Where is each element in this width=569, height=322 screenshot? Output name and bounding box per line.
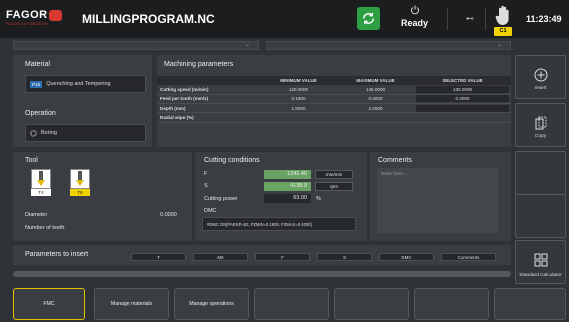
insert-side-button[interactable]: Insert <box>515 55 566 99</box>
insert-f-button[interactable]: F <box>255 253 310 261</box>
hand-icon[interactable] <box>494 4 512 26</box>
program-title: MILLINGPROGRAM.NC <box>82 12 215 26</box>
tool-card-label: T4 <box>31 189 51 196</box>
insert-s-button[interactable]: S <box>317 253 372 261</box>
material-value: Quenching and Tempering <box>46 81 111 87</box>
f-unit[interactable]: mm/min <box>315 170 353 179</box>
sync-icon <box>363 12 374 25</box>
tool-title: Tool <box>25 157 38 164</box>
selector-right[interactable]: ⌄ <box>266 41 511 50</box>
tool-card-t4[interactable]: T4 <box>31 169 51 196</box>
col-selected: SELECTED VALUE <box>414 76 511 85</box>
side-insert-label: Insert <box>534 86 547 91</box>
manage-materials-softkey[interactable]: Manage materials <box>94 288 169 320</box>
logo-mark-icon <box>49 10 62 21</box>
tool-card-label: T6 <box>70 189 90 196</box>
insert-m6-button[interactable]: M6 <box>193 253 248 261</box>
calculator-icon <box>534 253 548 267</box>
key-icon[interactable]: ⊷ <box>466 14 474 23</box>
selected-value-input[interactable] <box>416 104 509 112</box>
brand-name: FAGOR <box>6 9 48 21</box>
power-icon <box>411 5 419 15</box>
empty-side-button[interactable] <box>515 151 566 195</box>
dmc-value[interactable]: #DMC ON[PARSP=63, FZMIN=0.1800, FZMAX=0.… <box>202 217 356 231</box>
tool-insert-icon <box>76 171 84 186</box>
empty-softkey[interactable] <box>254 288 329 320</box>
fmc-softkey[interactable]: FMC <box>13 288 85 320</box>
brand-sub: FAGOR AUTOMATION <box>6 22 48 26</box>
insert-dmc-button[interactable]: DMC <box>379 253 434 261</box>
dmc-label: DMC <box>204 208 217 214</box>
diameter-value[interactable]: 0.0000 <box>160 212 177 218</box>
fagor-logo: FAGOR FAGOR AUTOMATION <box>6 7 66 29</box>
chevron-down-icon: ⌄ <box>496 42 502 48</box>
sync-button[interactable] <box>357 7 380 30</box>
tool-insert-icon <box>37 171 45 186</box>
s-value[interactable]: 4138.0 <box>264 182 311 191</box>
table-row: Radial wipe (%) <box>157 112 511 123</box>
material-code-badge: P15 <box>30 80 43 88</box>
teeth-label: Number of teeth <box>25 225 65 231</box>
calculator-side-button[interactable]: Standard Calculator <box>515 240 566 284</box>
machining-title: Machining parameters <box>164 61 234 68</box>
f-label: F <box>204 171 208 177</box>
material-select[interactable]: P15 Quenching and Tempering <box>25 75 146 93</box>
col-max: MAXIMUM VALUE <box>337 76 414 85</box>
empty-softkey[interactable] <box>494 288 566 320</box>
s-unit[interactable]: rpm <box>315 182 353 191</box>
insert-t-button[interactable]: T <box>131 253 186 261</box>
table-row: Feed per tooth (mm/z) 0.1800 0.4000 0.3000 <box>157 94 511 105</box>
power-unit: % <box>316 196 321 202</box>
operation-value: Boring <box>40 130 57 136</box>
material-title: Material <box>25 61 50 68</box>
plus-circle-icon <box>534 68 548 82</box>
col-min: MINIMUM VALUE <box>260 76 337 85</box>
power-label: Cutting power <box>204 196 238 202</box>
f-value[interactable]: 1241.40 <box>264 170 311 179</box>
operation-title: Operation <box>25 110 56 117</box>
insert-title: Parameters to insert <box>25 251 89 258</box>
table-row: Depth (mm) 1.5000 2.0000 <box>157 103 511 114</box>
selected-value-input[interactable]: 0.3000 <box>416 95 509 103</box>
selected-value-input[interactable]: 130.0000 <box>416 85 509 93</box>
clock: 11:23:49 <box>526 14 562 24</box>
side-copy-label: Copy <box>534 134 547 139</box>
copy-icon <box>535 116 547 130</box>
chevron-down-icon: ⌄ <box>244 42 250 48</box>
manage-operations-softkey[interactable]: Manage operations <box>174 288 249 320</box>
operation-select[interactable]: ⌬ Boring <box>25 124 146 142</box>
comments-title: Comments <box>378 157 412 164</box>
diameter-label: Diameter <box>25 212 48 218</box>
table-row: Cutting speed (m/min) 120.0000 145.0000 130… <box>157 85 511 95</box>
side-calculator-label: Standard Calculator <box>519 273 562 278</box>
horizontal-scrollbar[interactable] <box>13 271 511 277</box>
tool-card-t6[interactable]: T6 <box>70 169 90 196</box>
empty-softkey[interactable] <box>334 288 409 320</box>
empty-side-button[interactable] <box>515 194 566 238</box>
copy-side-button[interactable]: Copy <box>515 103 566 147</box>
boring-icon: ⌬ <box>30 128 37 138</box>
comments-textarea[interactable]: Write here... <box>377 168 498 233</box>
insert-comments-button[interactable]: Comments <box>441 253 496 261</box>
empty-softkey[interactable] <box>414 288 489 320</box>
channel-badge[interactable]: C1 <box>494 27 512 36</box>
s-label: S <box>204 183 208 189</box>
selector-left[interactable]: ⌄ <box>13 41 259 50</box>
cutting-title: Cutting conditions <box>204 157 260 164</box>
power-value: 63.00 <box>264 194 311 203</box>
divider <box>447 8 448 30</box>
machining-table: MINIMUM VALUE MAXIMUM VALUE SELECTED VAL… <box>157 76 511 123</box>
status-text: Ready <box>401 18 429 28</box>
divider <box>485 8 486 30</box>
